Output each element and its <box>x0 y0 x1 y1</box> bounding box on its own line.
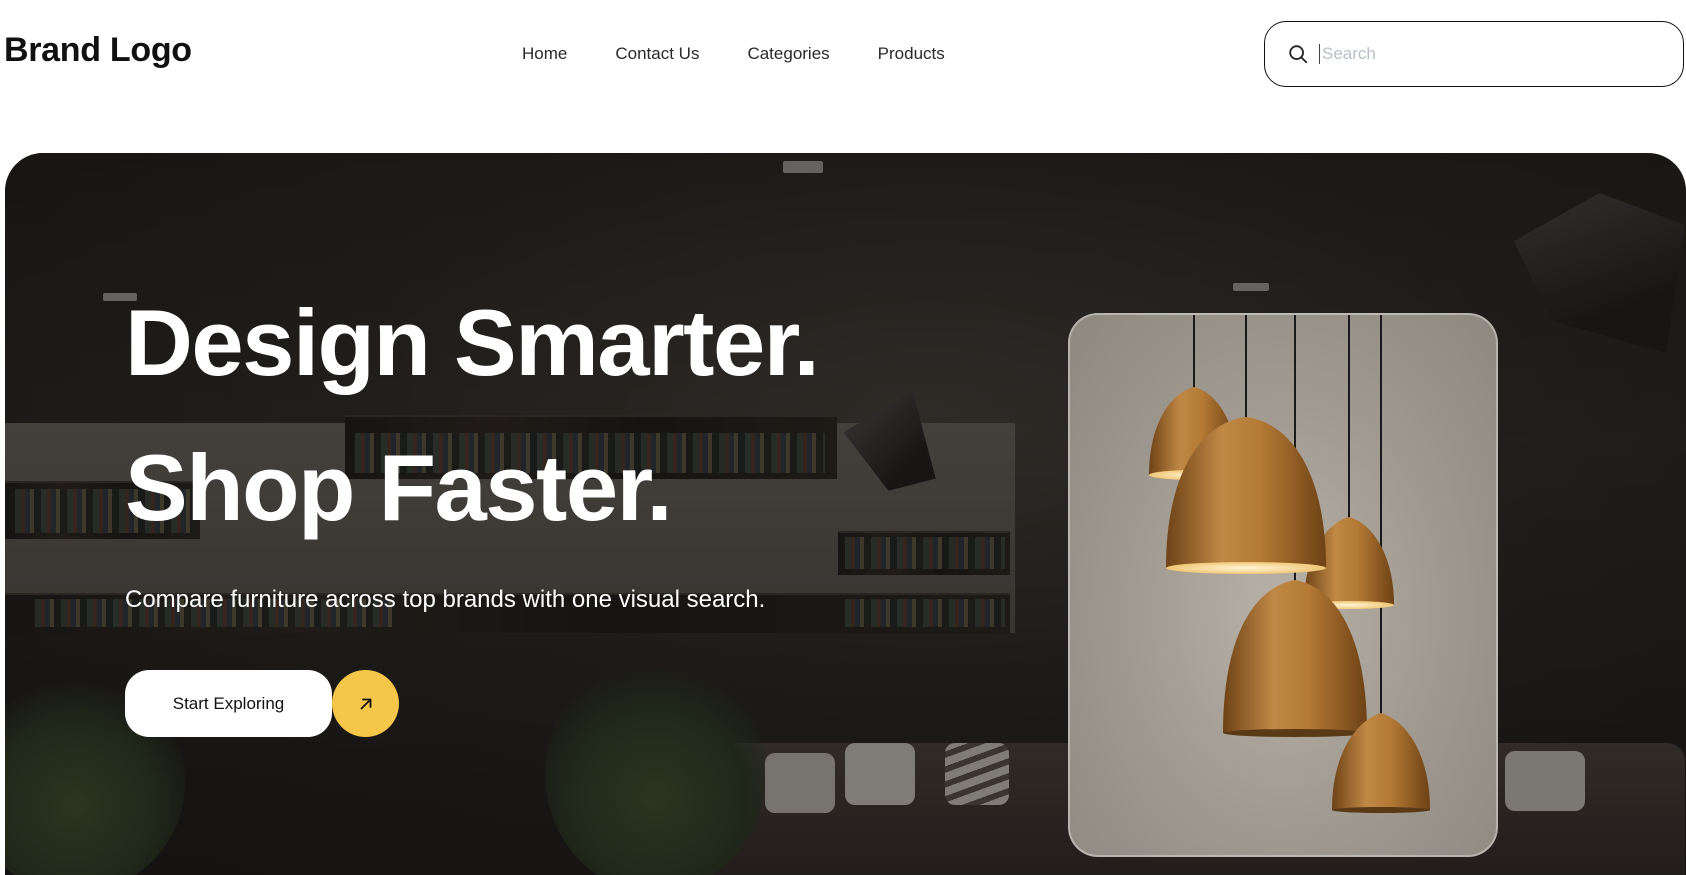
search-box[interactable] <box>1264 21 1684 87</box>
nav-link-home[interactable]: Home <box>522 42 567 66</box>
nav-link-categories[interactable]: Categories <box>747 42 829 66</box>
hero-title-line-1: Design Smarter. <box>125 290 820 395</box>
arrow-up-right-icon <box>360 698 371 709</box>
main-nav: Home Contact Us Categories Products <box>522 42 945 66</box>
nav-link-contact-us[interactable]: Contact Us <box>615 42 699 66</box>
site-header: Brand Logo Home Contact Us Categories Pr… <box>0 0 1686 108</box>
hero-title-line-2: Shop Faster. <box>125 435 673 540</box>
brand-logo[interactable]: Brand Logo <box>4 30 192 70</box>
search-icon <box>1289 45 1308 64</box>
hero-subtitle: Compare furniture across top brands with… <box>125 586 766 613</box>
start-exploring-button[interactable]: Start Exploring <box>125 670 332 737</box>
search-input[interactable] <box>1319 44 1679 64</box>
pendant-lamps-illustration <box>1149 315 1430 813</box>
pendant-lamps-image[interactable] <box>1068 313 1498 857</box>
hero-banner: Design Smarter. Shop Faster. Compare fur… <box>5 153 1686 875</box>
nav-link-products[interactable]: Products <box>878 42 945 66</box>
start-exploring-arrow-button[interactable] <box>332 670 399 737</box>
